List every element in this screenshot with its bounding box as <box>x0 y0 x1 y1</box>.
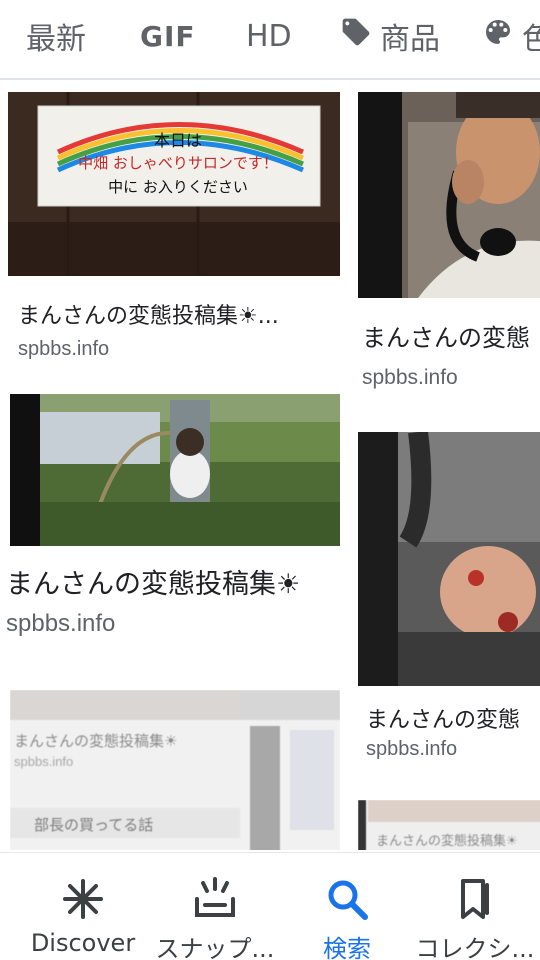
sign-line-1: 本日は <box>154 131 202 150</box>
result-caption: まんさんの変態投稿集☀ <box>14 732 178 750</box>
nav-collections[interactable]: コレクシ... <box>410 853 540 960</box>
nav-discover[interactable]: Discover <box>18 853 148 960</box>
filter-hd-label: HD <box>246 18 292 54</box>
asterisk-icon <box>59 875 107 923</box>
sign-line-3: 中に お入りください <box>108 178 248 196</box>
filter-gif-label: GIF <box>140 19 196 53</box>
bottom-nav: Discover スナップ... 検索 コレクシ... <box>0 852 540 960</box>
filter-gif[interactable]: GIF <box>140 18 196 54</box>
nav-search-label: 検索 <box>323 935 371 960</box>
result-domain: spbbs.info <box>6 610 116 637</box>
result-thumbnail[interactable]: 本日は 中畑 おしゃべりサロンです！ 中に お入りください <box>8 92 340 276</box>
result-card[interactable]: まんさんの変態投稿集☀ spbbs.info <box>0 394 344 662</box>
result-domain: spbbs.info <box>14 754 74 769</box>
result-thumbnail[interactable] <box>10 394 340 546</box>
result-caption: まんさんの変態投稿集☀... <box>18 304 279 329</box>
result-card[interactable]: まんさんの変態 spbbs.info <box>358 432 540 772</box>
snapshot-icon <box>191 875 239 923</box>
result-card[interactable]: まんさんの変態 spbbs.info <box>358 92 540 412</box>
results-grid: 本日は 中畑 おしゃべりサロンです！ 中に お入りください まんさんの変態投稿集… <box>0 82 540 850</box>
injured-man-photo <box>358 432 540 686</box>
result-thumbnail[interactable]: まんさんの変態投稿集☀ <box>358 800 540 850</box>
filter-latest[interactable]: 最新 <box>26 18 86 57</box>
phone-man-photo <box>358 92 540 298</box>
result-domain: spbbs.info <box>366 738 458 760</box>
filter-color-label: 色 <box>522 14 540 58</box>
result-domain: spbbs.info <box>362 366 458 389</box>
filter-products-label: 商品 <box>380 22 440 57</box>
bookmark-icon <box>451 875 499 923</box>
filter-hd[interactable]: HD <box>246 18 292 54</box>
tag-icon <box>340 16 372 56</box>
result-card[interactable]: まんさんの変態投稿集☀ spbbs.info 部長の買ってる話 <box>10 690 340 850</box>
filter-latest-label: 最新 <box>26 22 86 57</box>
result-extra-text: 部長の買ってる話 <box>34 816 154 834</box>
filter-color[interactable]: 色 <box>482 16 540 57</box>
result-thumbnail[interactable]: まんさんの変態投稿集☀ spbbs.info 部長の買ってる話 <box>10 690 340 850</box>
result-thumbnail[interactable] <box>358 92 540 298</box>
app-screen: 最新 GIF HD 商品 色 <box>0 0 540 960</box>
search-icon <box>323 875 371 923</box>
slide-photo <box>10 394 340 546</box>
sign-photo: 本日は 中畑 おしゃべりサロンです！ 中に お入りください <box>8 92 340 276</box>
nav-collections-label: コレクシ... <box>415 935 535 960</box>
result-card[interactable]: 本日は 中畑 おしゃべりサロンです！ 中に お入りください まんさんの変態投稿集… <box>8 92 340 364</box>
filter-products[interactable]: 商品 <box>340 16 440 57</box>
sign-line-2: 中畑 おしゃべりサロンです！ <box>78 154 278 172</box>
filter-bar: 最新 GIF HD 商品 色 <box>0 0 540 80</box>
nav-snapshot[interactable]: スナップ... <box>148 853 282 960</box>
nav-snapshot-label: スナップ... <box>155 935 275 960</box>
nav-search[interactable]: 検索 <box>292 853 402 960</box>
result-card[interactable]: まんさんの変態投稿集☀ <box>358 800 540 850</box>
result-caption: まんさんの変態投稿集☀ <box>376 834 518 849</box>
palette-icon <box>482 16 514 56</box>
result-caption: まんさんの変態 <box>362 324 530 352</box>
result-thumbnail[interactable] <box>358 432 540 686</box>
result-caption: まんさんの変態投稿集☀ <box>6 569 301 600</box>
result-caption: まんさんの変態 <box>366 708 521 733</box>
result-domain: spbbs.info <box>18 338 110 360</box>
nav-discover-label: Discover <box>30 929 136 957</box>
